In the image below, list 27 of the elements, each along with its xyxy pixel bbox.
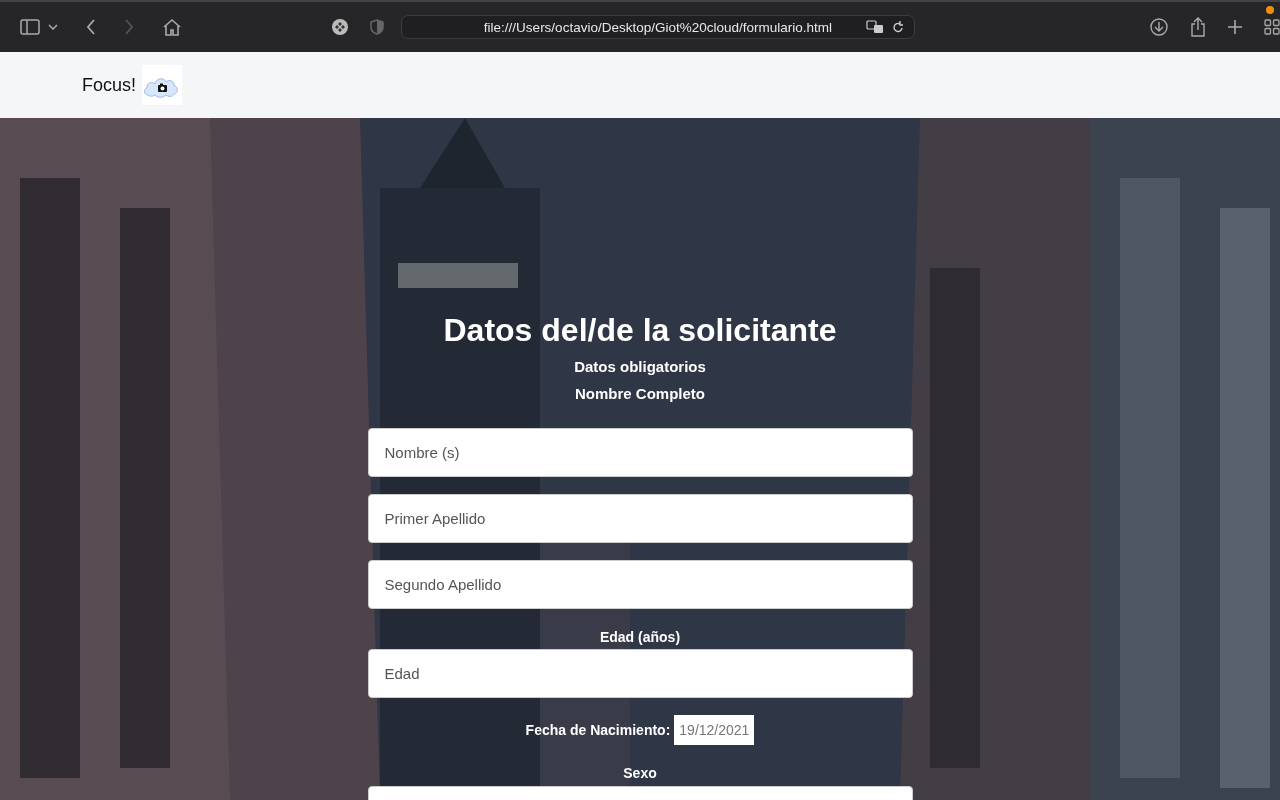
field-label: Fecha de Nacimiento: <box>525 722 671 738</box>
brand-name[interactable]: Focus! <box>82 74 137 96</box>
plus-icon[interactable] <box>1228 20 1242 34</box>
home-icon[interactable] <box>162 18 182 36</box>
input-field[interactable]: Segundo Apellido <box>367 560 913 609</box>
share-icon[interactable] <box>1190 17 1206 37</box>
reload-icon[interactable] <box>892 20 904 34</box>
shield-icon[interactable] <box>370 19 384 35</box>
input-field[interactable]: Primer Apellido <box>367 494 913 543</box>
translate-icon[interactable] <box>866 20 884 34</box>
form-title: Datos del/de la solicitante <box>443 311 837 350</box>
notification-dot-icon <box>1266 6 1274 14</box>
input-field[interactable]: Edad <box>367 649 913 698</box>
sidebar-icon[interactable] <box>20 19 40 35</box>
cloud-camera-logo[interactable] <box>142 65 183 105</box>
chevron-down-icon[interactable] <box>48 24 58 30</box>
field-label: Edad (años) <box>599 629 681 645</box>
download-icon[interactable] <box>1150 18 1168 36</box>
back-icon[interactable] <box>86 19 96 35</box>
address-bar[interactable]: file:///Users/octavio/Desktop/Giot%20cloud/formulario.html <box>401 15 915 39</box>
field-label: Nombre Completo <box>575 385 705 402</box>
extension-icon[interactable] <box>332 19 348 35</box>
tabs-grid-icon[interactable] <box>1264 19 1280 35</box>
input-field[interactable]: Nombre (s) <box>367 428 913 477</box>
date-field[interactable]: 19/12/2021 <box>674 715 755 745</box>
field-label: Sexo <box>623 765 657 781</box>
form-subtitle: Datos obligatorios <box>574 358 706 375</box>
